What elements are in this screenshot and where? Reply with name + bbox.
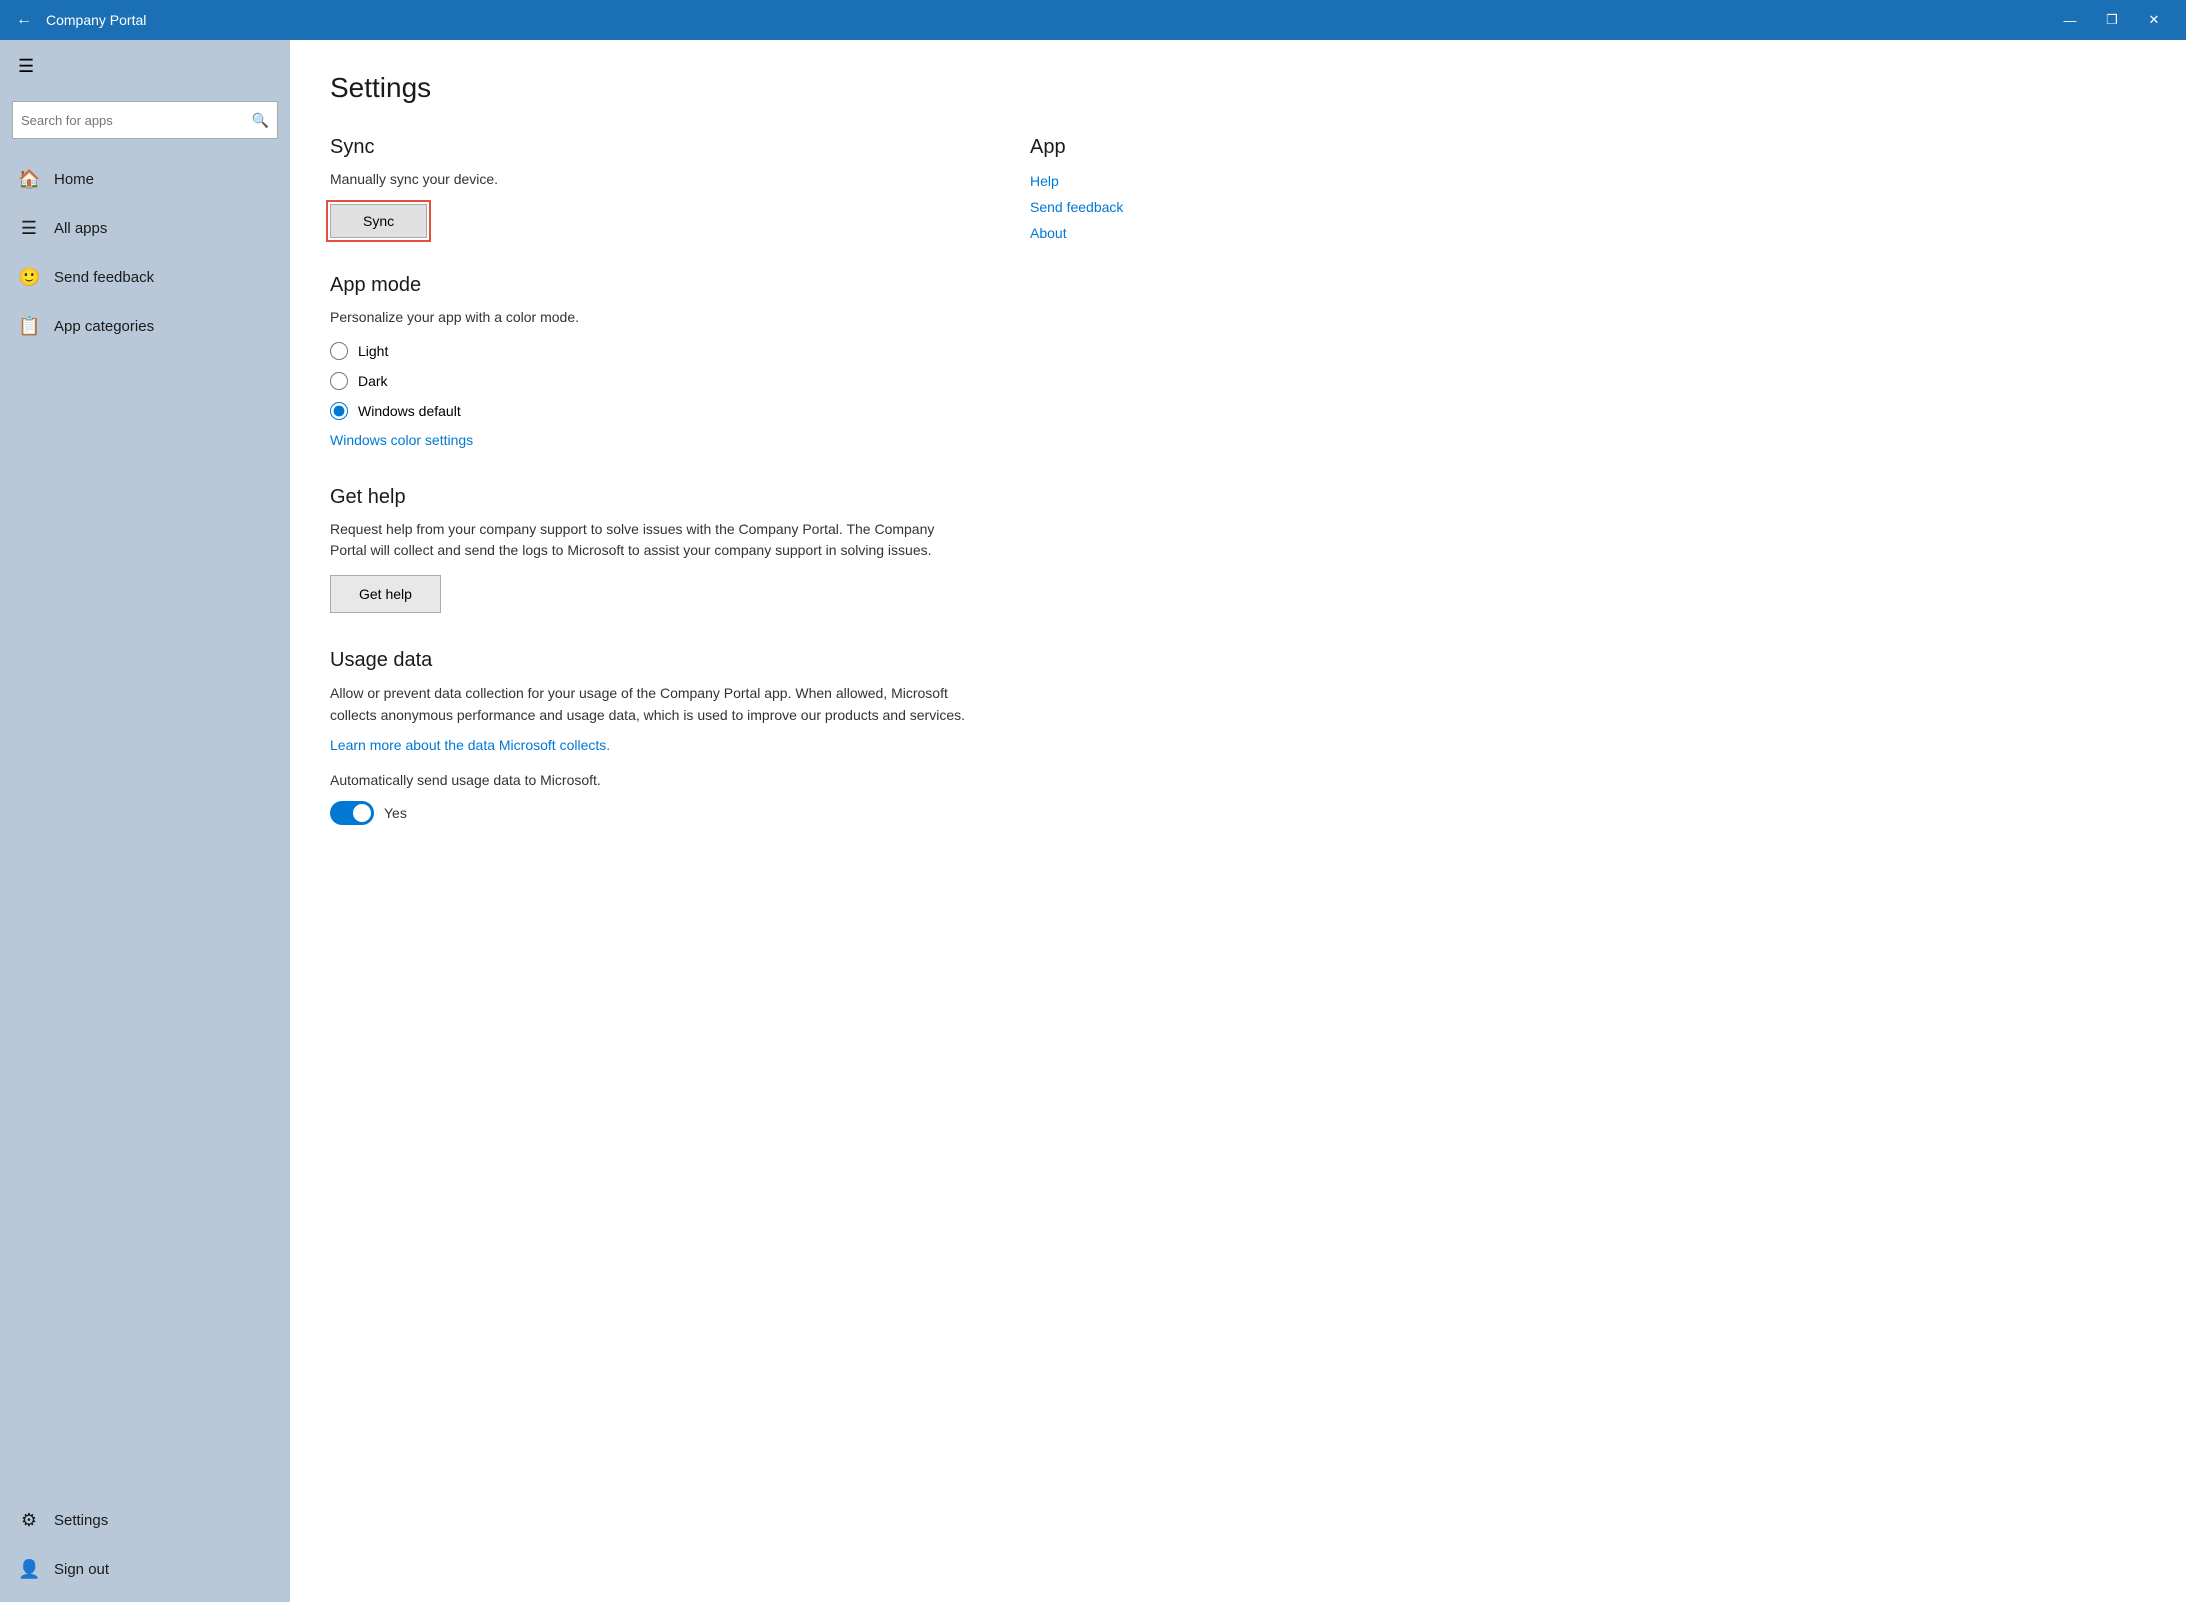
content-layout: Sync Manually sync your device. Sync App… [330,136,2146,861]
sync-description: Manually sync your device. [330,169,970,190]
sync-button[interactable]: Sync [330,204,427,238]
radio-light[interactable] [330,342,348,360]
back-button[interactable]: ← [12,7,36,33]
usage-data-description: Allow or prevent data collection for you… [330,682,970,727]
sidebar-item-settings[interactable]: ⚙ Settings [0,1496,290,1545]
usage-data-toggle-row: Yes [330,801,970,825]
sidebar-item-home[interactable]: 🏠 Home [0,155,290,204]
radio-light-label: Light [358,343,388,359]
search-box: 🔍 [12,101,278,139]
app-title: Company Portal [46,12,2040,28]
radio-option-windows-default[interactable]: Windows default [330,402,970,420]
sidebar-item-app-categories[interactable]: 📋 App categories [0,302,290,351]
app-section-title: App [1030,136,1250,159]
sync-section: Sync Manually sync your device. Sync [330,136,970,238]
title-bar: ← Company Portal — ❐ ✕ [0,0,2186,40]
sidebar-item-settings-label: Settings [54,1512,108,1529]
hamburger-button[interactable]: ☰ [0,40,290,93]
sync-title: Sync [330,136,970,159]
minimize-button[interactable]: — [2050,0,2090,40]
usage-data-section: Usage data Allow or prevent data collect… [330,649,970,825]
close-button[interactable]: ✕ [2134,0,2174,40]
app-mode-title: App mode [330,274,970,297]
main-content: Settings Sync Manually sync your device.… [290,40,2186,1602]
help-link[interactable]: Help [1030,173,1250,189]
nav-items: 🏠 Home ☰ All apps 🙂 Send feedback 📋 App … [0,155,290,1496]
radio-dark-label: Dark [358,373,388,389]
user-icon: 👤 [18,1559,40,1580]
app-mode-description: Personalize your app with a color mode. [330,307,970,328]
radio-option-dark[interactable]: Dark [330,372,970,390]
get-help-description: Request help from your company support t… [330,519,970,561]
home-icon: 🏠 [18,169,40,190]
color-mode-radio-group: Light Dark Windows default [330,342,970,420]
side-column: App Help Send feedback About [1030,136,1250,861]
get-help-section: Get help Request help from your company … [330,486,970,613]
usage-data-toggle[interactable] [330,801,374,825]
sidebar-item-all-apps-label: All apps [54,220,107,237]
search-input[interactable] [21,113,252,128]
about-link[interactable]: About [1030,225,1250,241]
feedback-icon: 🙂 [18,267,40,288]
search-icon: 🔍 [252,112,269,129]
app-mode-section: App mode Personalize your app with a col… [330,274,970,450]
categories-icon: 📋 [18,316,40,337]
sidebar-item-all-apps[interactable]: ☰ All apps [0,204,290,253]
usage-data-title: Usage data [330,649,970,672]
sidebar: ☰ 🔍 🏠 Home ☰ All apps 🙂 Send feedback 📋 … [0,40,290,1602]
window-controls: — ❐ ✕ [2050,0,2174,40]
learn-more-link[interactable]: Learn more about the data Microsoft coll… [330,737,610,753]
sidebar-item-sign-out-label: Sign out [54,1561,109,1578]
main-column: Sync Manually sync your device. Sync App… [330,136,970,861]
radio-dark[interactable] [330,372,348,390]
auto-send-label: Automatically send usage data to Microso… [330,769,970,791]
get-help-button[interactable]: Get help [330,575,441,613]
sidebar-bottom: ⚙ Settings 👤 Sign out [0,1496,290,1602]
send-feedback-link[interactable]: Send feedback [1030,199,1250,215]
windows-color-settings-link[interactable]: Windows color settings [330,432,473,448]
usage-data-toggle-label: Yes [384,805,407,821]
app-container: ☰ 🔍 🏠 Home ☰ All apps 🙂 Send feedback 📋 … [0,40,2186,1602]
sidebar-item-home-label: Home [54,171,94,188]
radio-option-light[interactable]: Light [330,342,970,360]
sidebar-item-send-feedback-label: Send feedback [54,269,154,286]
settings-icon: ⚙ [18,1510,40,1531]
get-help-title: Get help [330,486,970,509]
radio-windows-default[interactable] [330,402,348,420]
list-icon: ☰ [18,218,40,239]
maximize-button[interactable]: ❐ [2092,0,2132,40]
sidebar-item-send-feedback[interactable]: 🙂 Send feedback [0,253,290,302]
sidebar-item-sign-out[interactable]: 👤 Sign out [0,1545,290,1594]
page-title: Settings [330,72,2146,104]
sidebar-item-app-categories-label: App categories [54,318,154,335]
radio-windows-default-label: Windows default [358,403,461,419]
